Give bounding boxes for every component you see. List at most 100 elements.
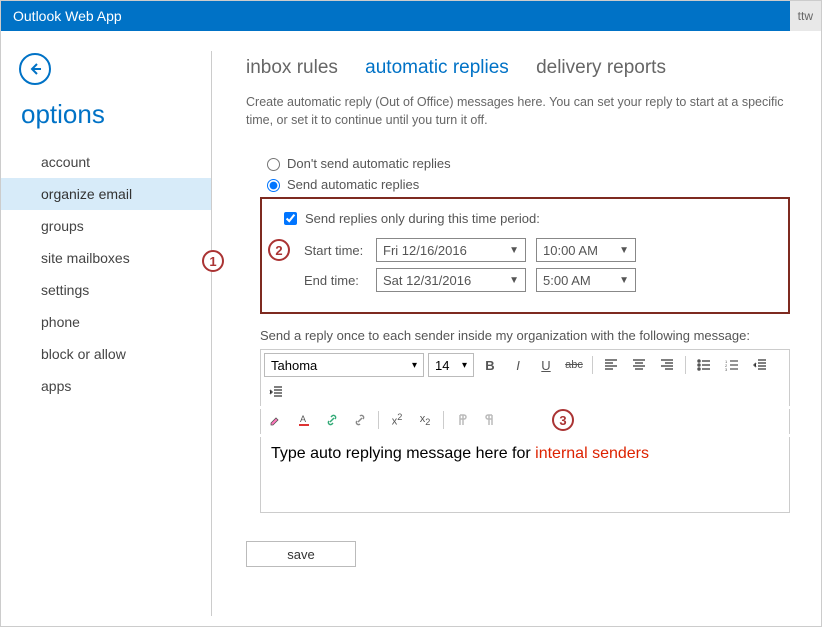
end-time-label: End time:	[304, 273, 376, 288]
underline-icon: U	[541, 358, 550, 373]
sidebar-item-settings[interactable]: settings	[1, 274, 211, 306]
separator	[592, 356, 593, 374]
align-left-button[interactable]	[599, 354, 623, 376]
time-period-checkbox[interactable]	[284, 212, 297, 225]
right-tab[interactable]: ttw	[790, 1, 821, 31]
ltr-button[interactable]	[450, 409, 474, 431]
sidebar-item-phone[interactable]: phone	[1, 306, 211, 338]
font-size-select[interactable]: 14 ▾	[428, 353, 474, 377]
sidebar-item-block-or-allow[interactable]: block or allow	[1, 338, 211, 370]
caret-down-icon: ▼	[619, 245, 629, 256]
end-date-select[interactable]: Sat 12/31/2016 ▼	[376, 268, 526, 292]
caret-down-icon: ▾	[412, 360, 417, 371]
toolbar-row-2: A x2 x2 3	[260, 409, 790, 434]
start-date-select[interactable]: Fri 12/16/2016 ▼	[376, 238, 526, 262]
sidebar-item-apps[interactable]: apps	[1, 370, 211, 402]
time-period-checkbox-row[interactable]: Send replies only during this time perio…	[280, 209, 770, 228]
end-time-row: End time: Sat 12/31/2016 ▼ 5:00 AM ▼	[304, 268, 770, 292]
align-right-button[interactable]	[655, 354, 679, 376]
bold-button[interactable]: B	[478, 354, 502, 376]
remove-link-button[interactable]	[348, 409, 372, 431]
start-time-row: Start time: Fri 12/16/2016 ▼ 10:00 AM ▼	[304, 238, 770, 262]
radio-dont-send-input[interactable]	[267, 158, 280, 171]
callout-3: 3	[552, 409, 574, 431]
ltr-icon	[455, 413, 469, 427]
radio-dont-send-label: Don't send automatic replies	[287, 156, 451, 171]
tabs: inbox rules automatic replies delivery r…	[246, 57, 821, 79]
caret-down-icon: ▾	[462, 360, 467, 371]
sidebar-item-account[interactable]: account	[1, 146, 211, 178]
font-size-value: 14	[435, 358, 449, 373]
unlink-icon	[353, 413, 367, 427]
editor: Tahoma ▾ 14 ▾ B I U abc 123	[260, 349, 790, 513]
underline-button[interactable]: U	[534, 354, 558, 376]
font-select[interactable]: Tahoma ▾	[264, 353, 424, 377]
font-value: Tahoma	[271, 358, 317, 373]
arrow-left-icon	[27, 61, 43, 77]
number-list-button[interactable]: 123	[720, 354, 744, 376]
svg-text:3: 3	[725, 367, 728, 372]
editor-highlight: internal senders	[535, 445, 649, 462]
end-time-value: 5:00 AM	[543, 273, 591, 288]
editor-text: Type auto replying message here for	[271, 445, 535, 462]
end-date-value: Sat 12/31/2016	[383, 273, 471, 288]
back-button[interactable]	[19, 53, 51, 85]
font-color-button[interactable]: A	[292, 409, 316, 431]
align-left-icon	[604, 358, 618, 372]
sidebar: account organize email groups site mailb…	[1, 140, 211, 402]
align-right-icon	[660, 358, 674, 372]
left-column: options account organize email groups si…	[1, 31, 211, 626]
bullet-list-icon	[697, 358, 711, 372]
main-panel: inbox rules automatic replies delivery r…	[212, 31, 821, 626]
insert-link-button[interactable]	[320, 409, 344, 431]
start-date-value: Fri 12/16/2016	[383, 243, 467, 258]
subscript-button[interactable]: x2	[413, 409, 437, 431]
sidebar-item-organize-email[interactable]: organize email	[1, 178, 211, 210]
save-button[interactable]: save	[246, 541, 356, 567]
titlebar: Outlook Web App ttw	[1, 1, 821, 31]
end-time-select[interactable]: 5:00 AM ▼	[536, 268, 636, 292]
strike-button[interactable]: abc	[562, 354, 586, 376]
time-period-box: 2 Send replies only during this time per…	[260, 197, 790, 314]
number-list-icon: 123	[725, 358, 739, 372]
bullet-list-button[interactable]	[692, 354, 716, 376]
time-period-checkbox-label: Send replies only during this time perio…	[305, 211, 540, 226]
start-time-select[interactable]: 10:00 AM ▼	[536, 238, 636, 262]
start-time-value: 10:00 AM	[543, 243, 598, 258]
start-time-label: Start time:	[304, 243, 376, 258]
align-center-button[interactable]	[627, 354, 651, 376]
font-color-icon: A	[297, 413, 311, 427]
tab-delivery-reports[interactable]: delivery reports	[536, 57, 666, 78]
outdent-button[interactable]	[748, 354, 772, 376]
separator	[443, 411, 444, 429]
highlight-button[interactable]	[264, 409, 288, 431]
superscript-button[interactable]: x2	[385, 409, 409, 431]
editor-body[interactable]: Type auto replying message here for inte…	[260, 437, 790, 513]
sidebar-item-site-mailboxes[interactable]: site mailboxes	[1, 242, 211, 274]
app-name: Outlook Web App	[13, 8, 122, 24]
caret-down-icon: ▼	[509, 245, 519, 256]
intro-text: Create automatic reply (Out of Office) m…	[246, 93, 786, 129]
radio-dont-send[interactable]: Don't send automatic replies	[262, 155, 821, 171]
callout-1: 1	[202, 250, 224, 272]
superscript-icon: x2	[392, 412, 403, 428]
indent-button[interactable]	[264, 381, 288, 403]
tab-automatic-replies[interactable]: automatic replies	[365, 57, 509, 78]
separator	[685, 356, 686, 374]
radio-send[interactable]: Send automatic replies	[262, 176, 821, 192]
toolbar-row-1: Tahoma ▾ 14 ▾ B I U abc 123	[260, 350, 790, 406]
reply-description: Send a reply once to each sender inside …	[260, 328, 821, 343]
radio-send-input[interactable]	[267, 179, 280, 192]
caret-down-icon: ▼	[509, 275, 519, 286]
rtl-button[interactable]	[478, 409, 502, 431]
highlight-icon	[269, 413, 283, 427]
separator	[378, 411, 379, 429]
align-center-icon	[632, 358, 646, 372]
sidebar-item-groups[interactable]: groups	[1, 210, 211, 242]
italic-icon: I	[516, 358, 520, 373]
caret-down-icon: ▼	[619, 275, 629, 286]
outdent-icon	[753, 358, 767, 372]
radio-send-label: Send automatic replies	[287, 177, 419, 192]
italic-button[interactable]: I	[506, 354, 530, 376]
tab-inbox-rules[interactable]: inbox rules	[246, 57, 338, 78]
